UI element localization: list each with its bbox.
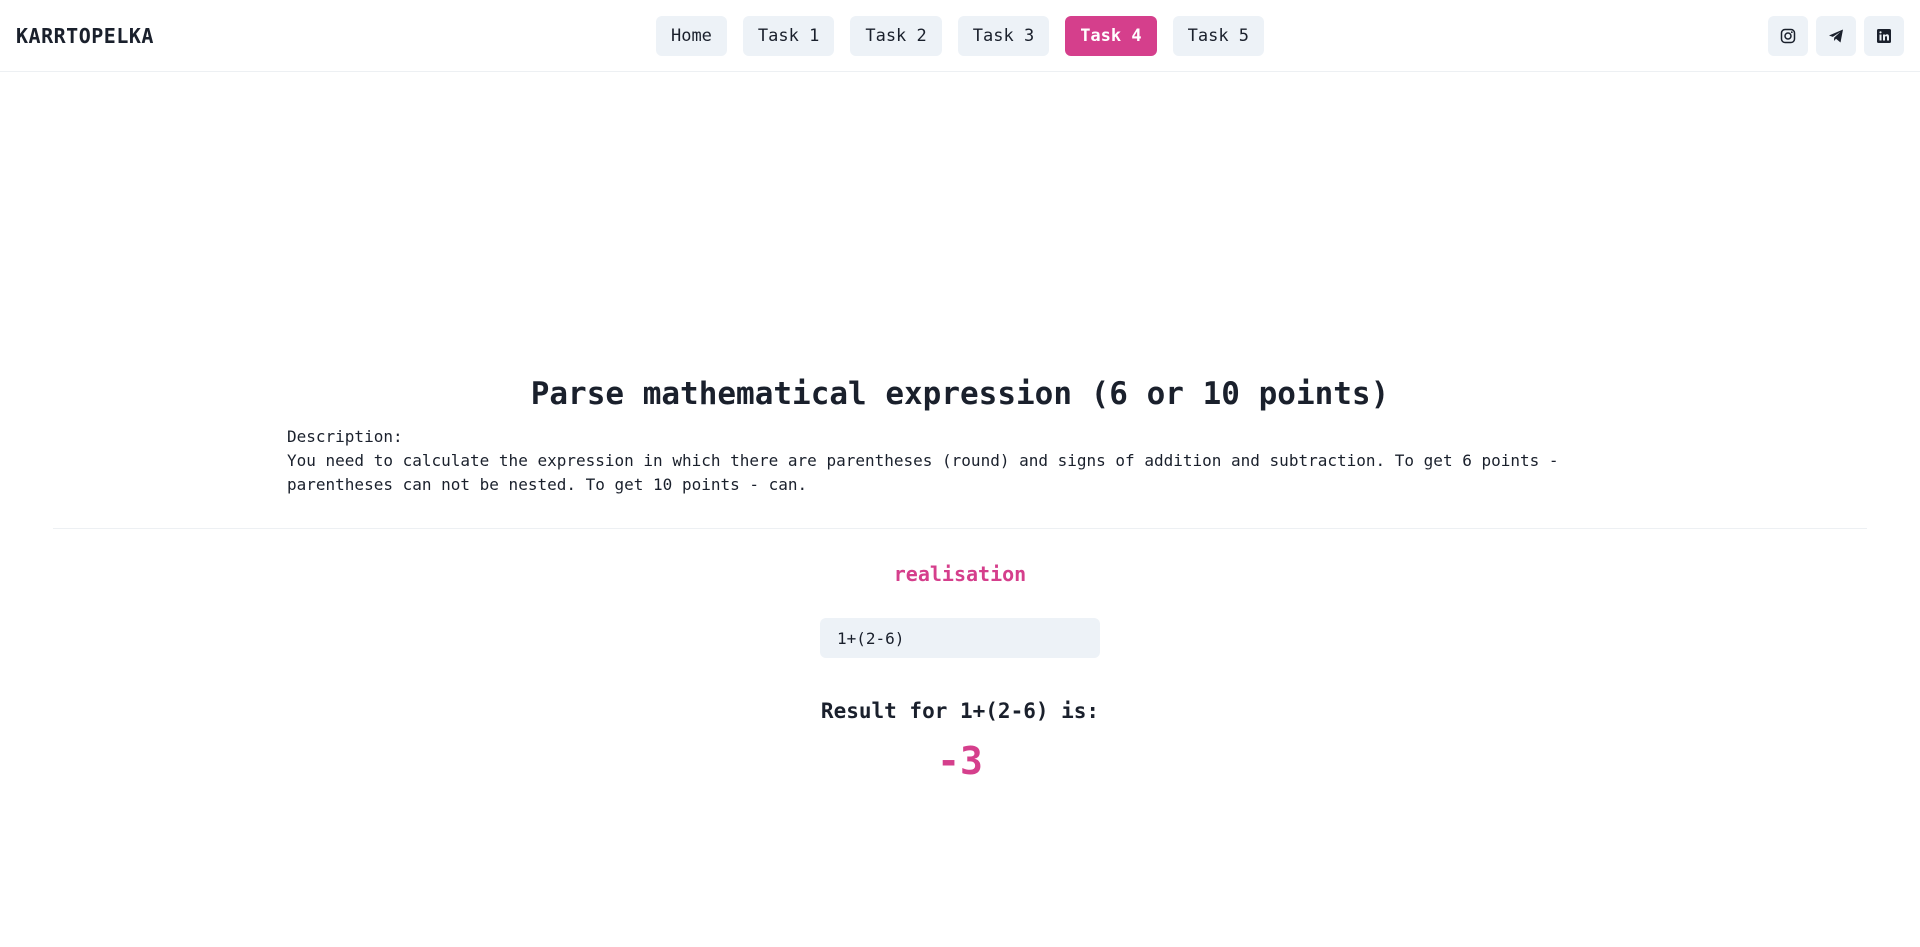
nav-task-3-button[interactable]: Task 3: [957, 16, 1050, 56]
telegram-button[interactable]: [1816, 16, 1856, 56]
linkedin-button[interactable]: [1864, 16, 1904, 56]
instagram-button[interactable]: [1768, 16, 1808, 56]
nav-task-2-button[interactable]: Task 2: [850, 16, 942, 56]
description-text: You need to calculate the expression in …: [287, 451, 1559, 494]
nav-task-5-button[interactable]: Task 5: [1172, 16, 1265, 56]
section-divider: [53, 528, 1867, 529]
nav-home-button[interactable]: Home: [655, 16, 727, 56]
result-value: -3: [937, 739, 983, 783]
linkedin-icon: [1876, 28, 1892, 44]
page-title: Parse mathematical expression (6 or 10 p…: [530, 376, 1390, 412]
top-navbar: KARRTOPELKA Home Task 1 Task 2 Task 3 Ta…: [0, 0, 1920, 72]
task-description: Description: You need to calculate the e…: [287, 425, 1587, 497]
result-label: Result for 1+(2-6) is:: [820, 699, 1100, 723]
description-label: Description:: [287, 427, 403, 446]
realisation-heading: realisation: [893, 562, 1027, 586]
nav-task-1-button[interactable]: Task 1: [742, 16, 835, 56]
social-links: [1768, 16, 1904, 56]
telegram-icon: [1828, 28, 1844, 44]
nav-tabs: Home Task 1 Task 2 Task 3 Task 4 Task 5: [0, 16, 1920, 56]
nav-task-4-button[interactable]: Task 4: [1065, 16, 1157, 56]
expression-input[interactable]: [820, 618, 1100, 658]
instagram-icon: [1780, 28, 1796, 44]
